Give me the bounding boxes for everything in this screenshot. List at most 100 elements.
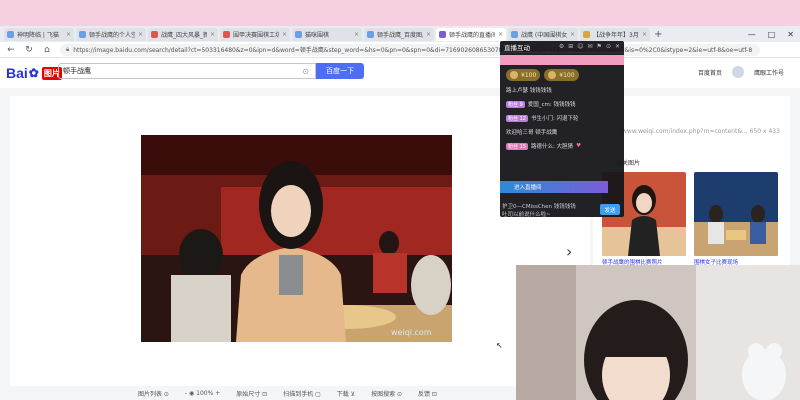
search-button[interactable]: 百度一下	[316, 63, 364, 79]
message-text: 欢迎哈三哥 顿手战鹰	[506, 130, 558, 136]
browser-tab[interactable]: 战鹰_四大风暴_新浪×	[148, 27, 218, 41]
browser-tab-active[interactable]: 顿手战鹰的直播间 ×	[436, 27, 506, 41]
related-thumb[interactable]	[694, 172, 778, 256]
message-text: 路德什么: 大胆猜	[530, 144, 574, 150]
stream-top-band	[0, 0, 800, 26]
flag-icon[interactable]: ⚑	[597, 43, 602, 50]
camera-icon[interactable]: ⊙	[302, 67, 309, 76]
chat-message: 路上卢瑟 钱钱钱钱	[500, 83, 624, 97]
baidu-logo[interactable]: Bai ✿ 图片	[6, 65, 62, 81]
tab-title: 战鹰_四大风暴_新浪	[161, 31, 207, 39]
close-tab-icon[interactable]: ×	[498, 31, 503, 38]
url-text: https://image.baidu.com/search/detail?ct…	[73, 47, 753, 54]
main-photo[interactable]: weiqi.com	[141, 135, 452, 342]
entry-banner: 进入直播间	[500, 181, 608, 193]
gift-badge: ¥100	[544, 69, 579, 81]
close-tab-icon[interactable]: ×	[210, 31, 215, 38]
browser-tab[interactable]: 猫咪围棋 ×	[292, 27, 362, 41]
page-favicon-icon	[151, 30, 158, 38]
user-name[interactable]: 鹰眼工作号	[754, 68, 784, 77]
search-value: 顿手战鹰	[63, 67, 91, 75]
page-favicon-icon	[223, 30, 230, 38]
tab-title: 【战争年年】3月17日	[593, 31, 639, 39]
image-source-info[interactable]: www.weiqi.com/index.php?m=content&... 65…	[622, 128, 780, 135]
tab-title: 神明降临 | 飞猫	[17, 31, 59, 39]
svg-text:weiqi.com: weiqi.com	[391, 328, 432, 337]
heart-icon: ♥	[576, 143, 581, 149]
close-icon[interactable]: ✕	[615, 43, 620, 50]
tab-title: 顿手战鹰_百度图片	[377, 31, 423, 39]
settings-icon[interactable]: ⚙	[559, 43, 564, 50]
page-favicon-icon	[7, 30, 14, 38]
tab-title: 战鹰 (中国围棋女子)	[521, 31, 567, 39]
browser-tab-strip: 神明降临 | 飞猫× 顿手战鹰的个人空间× 战鹰_四大风暴_新浪× 围甲决赛围棋…	[0, 26, 800, 42]
new-tab-button[interactable]: +	[654, 29, 662, 40]
chat-message: 粉丝 15 路德什么: 大胆猜 ♥	[500, 139, 624, 153]
tab-title: 围甲决赛围棋工坊	[233, 31, 279, 39]
refresh-icon[interactable]: ↻	[24, 45, 34, 55]
browser-tab[interactable]: 神明降临 | 飞猫 ×	[4, 27, 74, 41]
fan-level-badge: 粉丝 12	[506, 114, 528, 122]
close-tab-icon[interactable]: ×	[642, 31, 647, 38]
webcam-illustration	[516, 265, 800, 400]
fan-level-badge: 粉丝 15	[506, 142, 528, 150]
close-tab-icon[interactable]: ×	[570, 31, 575, 38]
photo-illustration: weiqi.com	[141, 135, 452, 342]
gift-avatar	[548, 71, 557, 79]
baidu-header: Bai ✿ 图片 顿手战鹰 ⊙ 百度一下 百度首页 鹰眼工作号	[0, 58, 800, 88]
webcam-overlay	[516, 265, 800, 400]
next-image-arrow[interactable]: ›	[566, 242, 572, 261]
send-button[interactable]: 发送	[600, 204, 620, 215]
scan-to-phone-button[interactable]: 扫描到手机 ▢	[283, 389, 321, 398]
emoji-icon[interactable]: ☺	[577, 43, 583, 50]
layout-icon[interactable]: ⊞	[568, 43, 573, 50]
url-field[interactable]: 🔒︎ https://image.baidu.com/search/detail…	[60, 43, 760, 56]
paw-icon: ✿	[28, 66, 39, 80]
close-tab-icon[interactable]: ×	[282, 31, 287, 38]
browser-tab[interactable]: 战鹰 (中国围棋女子)×	[508, 27, 578, 41]
avatar[interactable]	[731, 66, 744, 78]
minimize-button[interactable]: —	[748, 30, 756, 39]
message-icon[interactable]: ✉	[588, 43, 593, 50]
input-line: 吐司以前说什么啦~	[502, 212, 551, 218]
message-text: 书生小门: 闪退下轮	[530, 116, 579, 122]
zoom-control[interactable]: - ◉ 100% +	[185, 390, 220, 397]
close-tab-icon[interactable]: ×	[66, 31, 71, 38]
logo-text: Bai	[6, 65, 28, 81]
feedback-button[interactable]: 反馈 ⊡	[418, 389, 437, 398]
close-tab-icon[interactable]: ×	[138, 31, 143, 38]
thumb-illustration	[694, 172, 778, 256]
search-input[interactable]: 顿手战鹰 ⊙	[58, 63, 316, 79]
maximize-button[interactable]: □	[768, 30, 776, 39]
close-tab-icon[interactable]: ×	[426, 31, 431, 38]
address-bar: ← ↻ ⌂ 🔒︎ https://image.baidu.com/search/…	[0, 42, 800, 58]
download-button[interactable]: 下载 ⊻	[337, 389, 355, 398]
input-line: 护卫0—CMissChen 钱钱钱钱	[502, 204, 576, 210]
fan-level-badge: 粉丝 9	[506, 100, 525, 108]
close-window-button[interactable]: ✕	[787, 30, 794, 39]
chat-input-area[interactable]: 护卫0—CMissChen 钱钱钱钱 吐司以前说什么啦~	[502, 203, 596, 219]
gift-badge: ¥100	[506, 69, 541, 81]
search-by-image-button[interactable]: 按图搜索 ⊙	[371, 389, 402, 398]
gift-avatar	[510, 71, 518, 79]
close-tab-icon[interactable]: ×	[354, 31, 359, 38]
message-text: 路上卢瑟 钱钱钱钱	[506, 88, 552, 94]
browser-tab[interactable]: 【战争年年】3月17日×	[580, 27, 650, 41]
viewer-toolbar: 图片列表 ⊙ - ◉ 100% + 原始尺寸 ⊡ 扫描到手机 ▢ 下载 ⊻ 按图…	[0, 386, 515, 400]
browser-tab[interactable]: 顿手战鹰的个人空间×	[76, 27, 146, 41]
tab-title: 猫咪围棋	[305, 31, 330, 39]
live-interaction-panel: 直播互动 ⚙ ⊞ ☺ ✉ ⚑ ⊙ ✕ ¥100 ¥100 路上卢瑟 钱钱钱钱 粉…	[500, 41, 624, 219]
original-size-button[interactable]: 原始尺寸 ⊡	[236, 389, 267, 398]
panel-header: 直播互动 ⚙ ⊞ ☺ ✉ ⚑ ⊙ ✕	[500, 41, 624, 53]
home-icon[interactable]: ⌂	[42, 45, 52, 55]
panel-title: 直播互动	[504, 43, 530, 52]
header-links: 百度首页 鹰眼工作号	[698, 66, 784, 78]
browser-tab[interactable]: 顿手战鹰_百度图片 ×	[364, 27, 434, 41]
target-icon[interactable]: ⊙	[606, 43, 611, 50]
page-favicon-icon	[367, 30, 374, 38]
message-text: 爱国_cm: 钱钱钱钱	[527, 102, 576, 108]
browser-tab[interactable]: 围甲决赛围棋工坊 ×	[220, 27, 290, 41]
home-link[interactable]: 百度首页	[698, 68, 722, 77]
back-icon[interactable]: ←	[6, 45, 16, 55]
image-list-button[interactable]: 图片列表 ⊙	[138, 389, 169, 398]
